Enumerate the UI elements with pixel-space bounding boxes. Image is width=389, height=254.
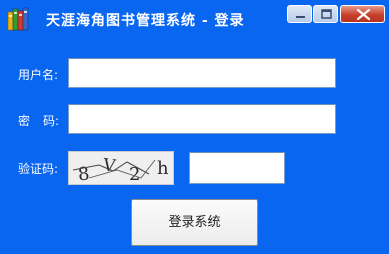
login-button[interactable]: 登录系统 — [131, 199, 258, 246]
captcha-char-3: 2 — [129, 164, 140, 184]
password-label-part1: 密 — [18, 114, 31, 128]
minimize-button[interactable] — [287, 5, 312, 23]
books-icon — [7, 6, 33, 32]
maximize-button[interactable] — [313, 5, 338, 23]
captcha-input[interactable] — [189, 152, 285, 184]
username-label: 用户名: — [18, 68, 59, 82]
password-input[interactable] — [68, 104, 336, 134]
password-label: 密码: — [18, 112, 59, 129]
close-icon — [356, 8, 371, 21]
captcha-char-4: h — [157, 158, 169, 179]
window-title: 天涯海角图书管理系统 - 登录 — [46, 13, 245, 29]
title-bar[interactable]: 天涯海角图书管理系统 - 登录 — [0, 0, 389, 34]
login-window: 天涯海角图书管理系统 - 登录 用户名: 密码: 验证码: 8 V 2 h 登录… — [0, 0, 389, 254]
captcha-image[interactable]: 8 V 2 h — [68, 151, 174, 185]
username-input[interactable] — [68, 58, 336, 88]
maximize-icon — [321, 9, 332, 19]
password-label-part2: 码: — [43, 114, 60, 128]
captcha-char-1: 8 — [77, 163, 91, 184]
close-button[interactable] — [340, 5, 385, 23]
captcha-label: 验证码: — [18, 162, 59, 176]
minimize-icon — [296, 16, 305, 18]
